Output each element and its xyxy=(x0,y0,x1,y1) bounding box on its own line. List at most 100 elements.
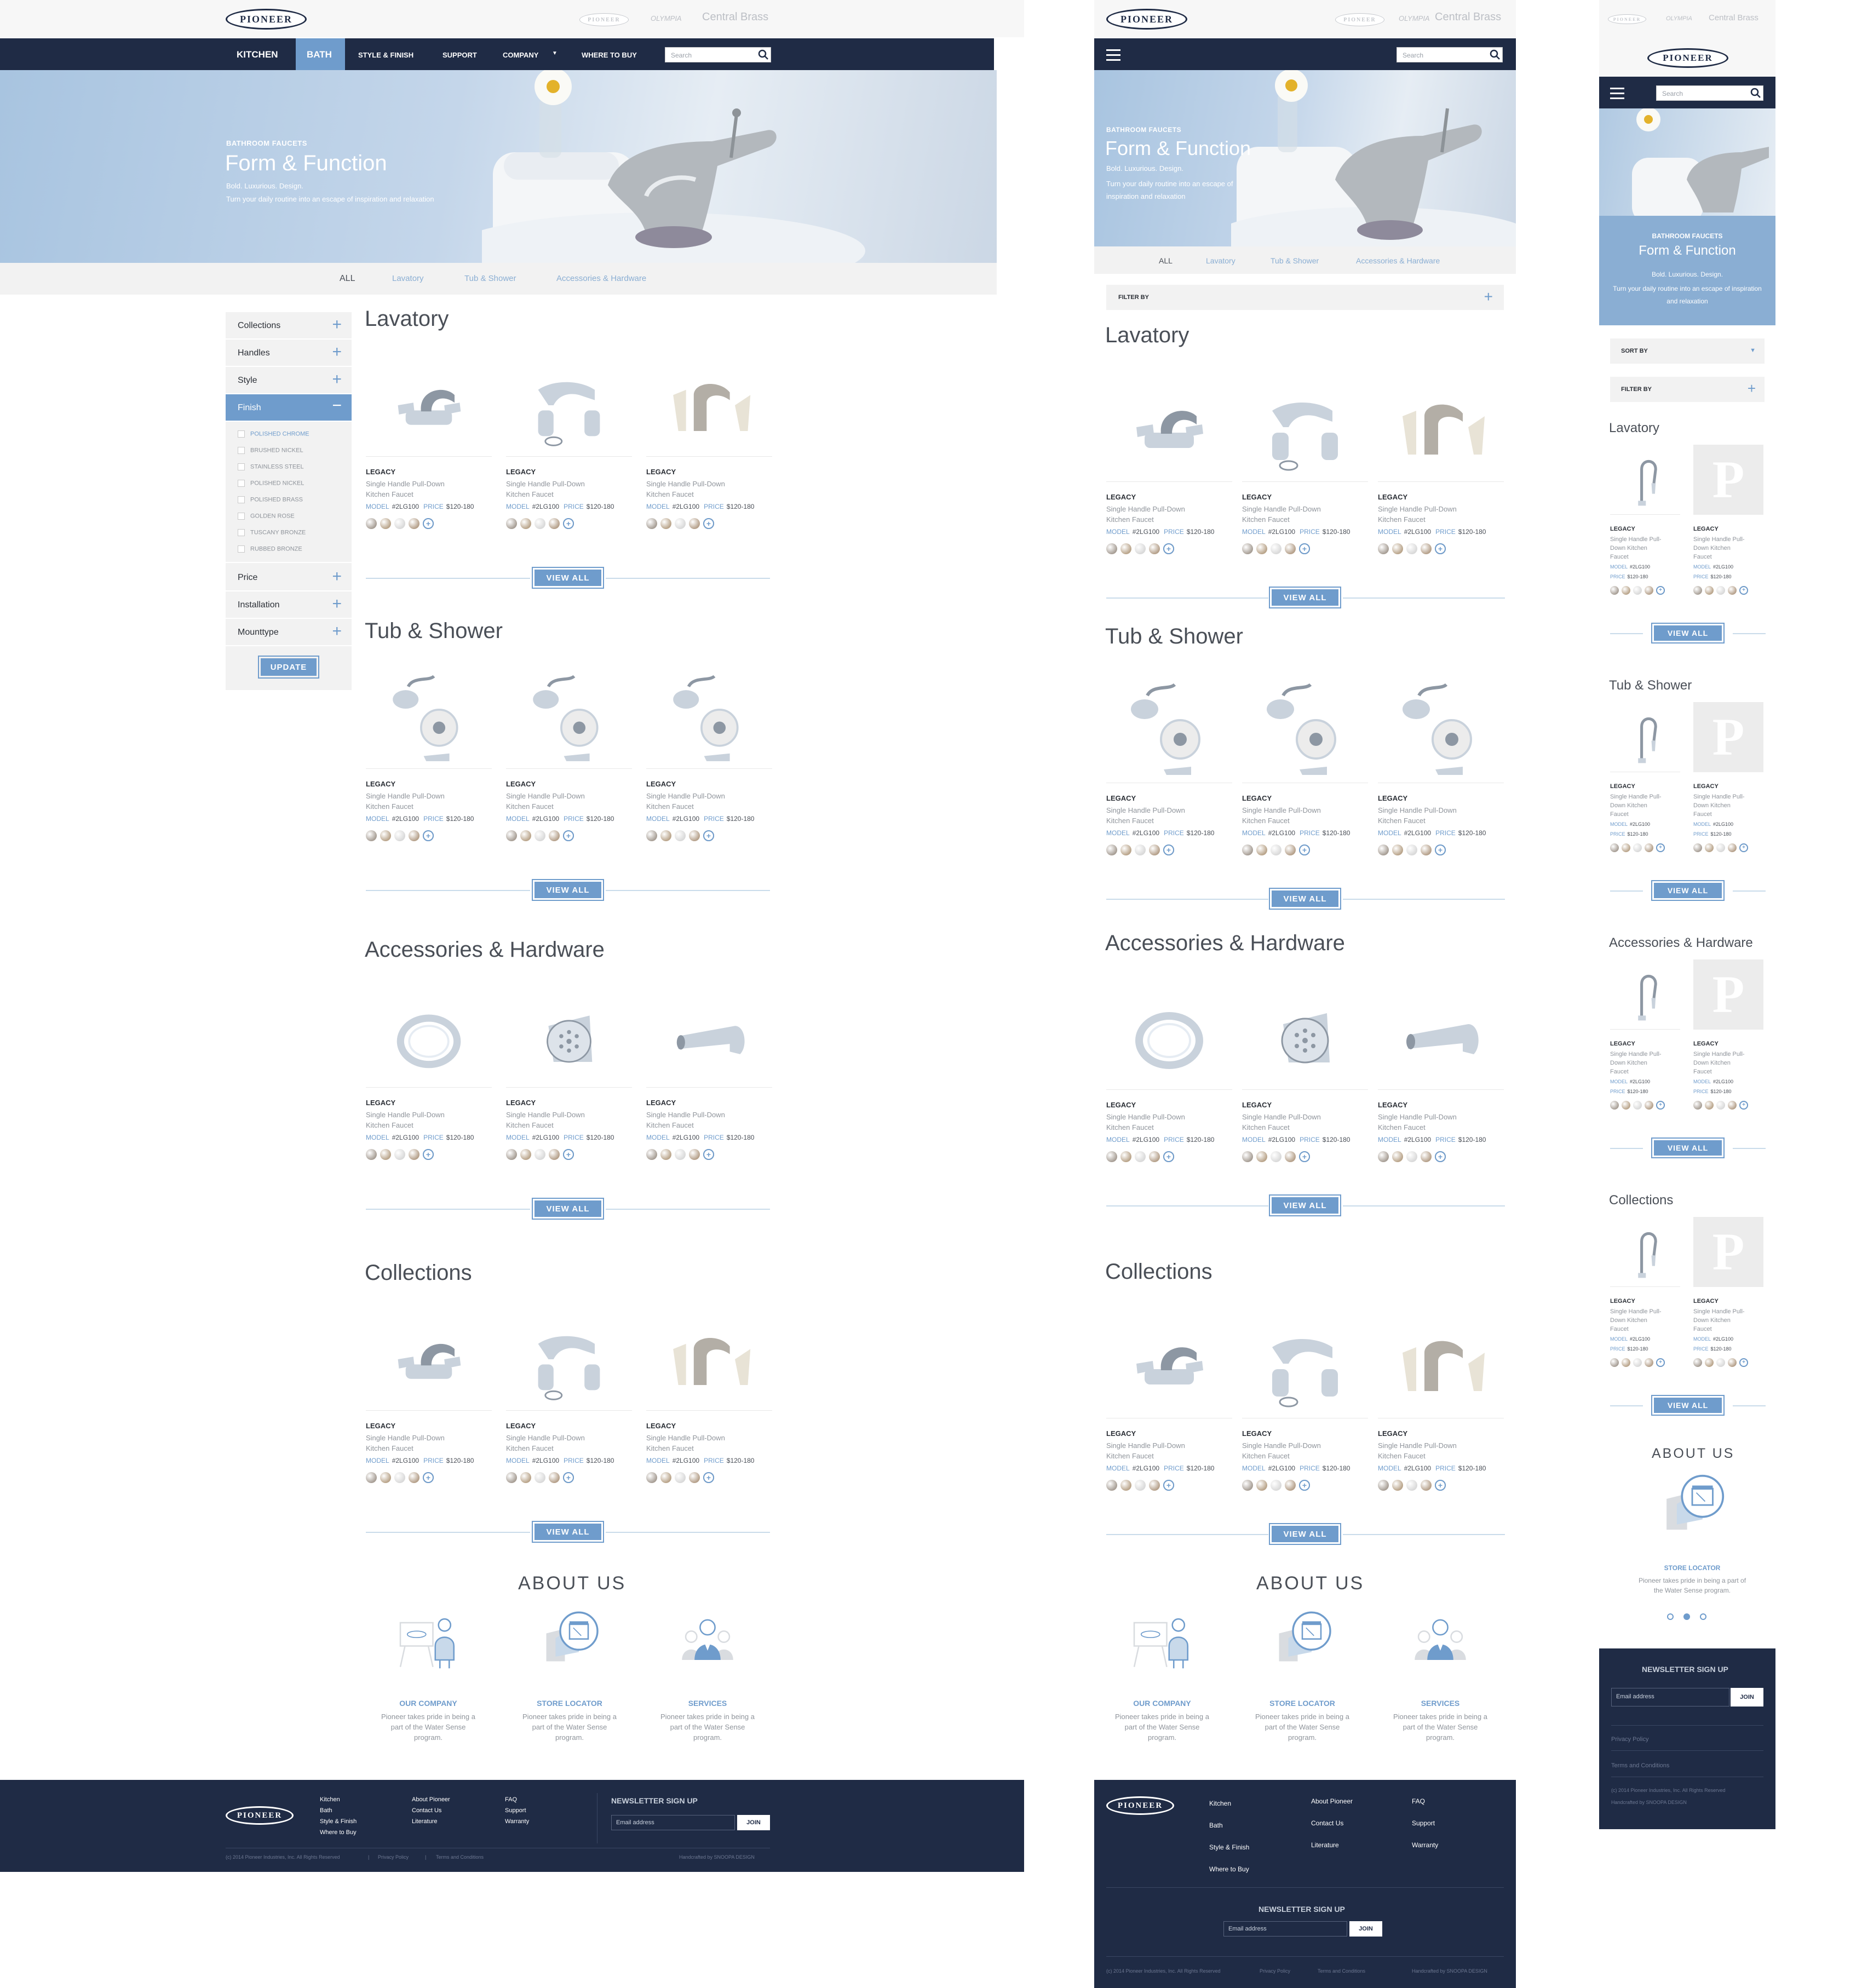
more-finishes-icon[interactable]: + xyxy=(563,830,574,841)
product-card[interactable]: LEGACY Single Handle Pull-Down Kitchen Fau… xyxy=(1106,1309,1232,1491)
about-item[interactable] xyxy=(390,1613,467,1688)
product-image-frame[interactable] xyxy=(506,1308,632,1411)
finish-swatch[interactable] xyxy=(1149,543,1160,554)
finish-swatch[interactable] xyxy=(1135,1480,1146,1491)
join-button[interactable]: JOIN xyxy=(1731,1688,1763,1707)
pioneer-secondary-logo[interactable]: PIONEER xyxy=(579,13,629,26)
about-item-title[interactable]: STORE LOCATOR xyxy=(1632,1564,1752,1572)
finish-swatch[interactable] xyxy=(1135,844,1146,855)
more-finishes-icon[interactable]: + xyxy=(1299,1480,1310,1491)
finish-swatch[interactable] xyxy=(535,1149,545,1160)
footer-link-style[interactable]: Style & Finish xyxy=(320,1818,357,1825)
more-finishes-icon[interactable]: + xyxy=(1435,543,1446,554)
more-finishes-icon[interactable]: + xyxy=(1435,844,1446,855)
more-finishes-icon[interactable]: + xyxy=(1299,844,1310,855)
about-item-title[interactable]: STORE LOCATOR xyxy=(509,1699,630,1708)
finish-swatch[interactable] xyxy=(535,518,545,529)
product-name[interactable]: Single Handle Pull-Down xyxy=(1378,505,1457,514)
footer-link-warranty[interactable]: Warranty xyxy=(505,1818,529,1825)
product-card[interactable]: LEGACY Single Handle Pull-Down Kitchen Fau… xyxy=(1378,674,1504,855)
product-name[interactable]: Single Handle Pull-Down xyxy=(1242,1441,1321,1451)
plus-icon[interactable]: + xyxy=(332,622,342,641)
finish-swatch[interactable] xyxy=(1622,1101,1630,1110)
finish-swatch[interactable] xyxy=(1728,586,1737,595)
product-name[interactable]: Single Handle Pull-Down xyxy=(366,480,445,489)
view-all-button[interactable]: VIEW ALL xyxy=(532,879,604,901)
finish-option[interactable]: POLISHED CHROME xyxy=(238,430,309,438)
product-image-frame[interactable] xyxy=(1610,959,1680,1030)
finish-swatch[interactable] xyxy=(1120,1151,1131,1162)
product-card[interactable]: LEGACY Single Handle Pull-Down Kitchen Fau… xyxy=(646,1308,772,1483)
product-image[interactable] xyxy=(1242,980,1368,1090)
product-image-frame[interactable] xyxy=(1106,1309,1232,1418)
finish-swatch[interactable] xyxy=(1242,1480,1253,1491)
footer-link-warranty[interactable]: Warranty xyxy=(1412,1841,1438,1849)
finish-swatch[interactable] xyxy=(1716,843,1725,852)
tab-lavatory[interactable]: Lavatory xyxy=(1206,256,1235,265)
product-image[interactable] xyxy=(506,354,632,457)
finish-swatch[interactable] xyxy=(535,830,545,841)
search-input[interactable]: Search xyxy=(665,47,771,62)
product-image[interactable]: P xyxy=(1693,702,1763,772)
product-card[interactable]: LEGACY Single Handle Pull- Down Kitchen Fau… xyxy=(1610,1217,1680,1367)
checkbox[interactable] xyxy=(238,463,245,470)
product-image-frame[interactable] xyxy=(506,985,632,1088)
update-button[interactable]: UPDATE xyxy=(258,656,319,679)
product-image[interactable] xyxy=(1610,959,1680,1030)
footer-link-bath[interactable]: Bath xyxy=(320,1807,332,1814)
finish-swatch[interactable] xyxy=(1256,1480,1267,1491)
product-card[interactable]: LEGACY Single Handle Pull-Down Kitchen Fau… xyxy=(1242,980,1368,1162)
search-icon[interactable] xyxy=(758,49,769,60)
product-name[interactable]: Down Kitchen xyxy=(1693,1059,1731,1067)
finish-swatch[interactable] xyxy=(520,1472,531,1483)
more-finishes-icon[interactable]: + xyxy=(1739,1101,1748,1110)
more-finishes-icon[interactable]: + xyxy=(1435,1480,1446,1491)
product-name[interactable]: Kitchen Faucet xyxy=(1242,1123,1290,1133)
product-name[interactable]: Kitchen Faucet xyxy=(1378,817,1426,826)
more-finishes-icon[interactable]: + xyxy=(1163,1480,1174,1491)
about-item-title[interactable]: OUR COMPANY xyxy=(368,1699,489,1708)
finish-swatch[interactable] xyxy=(380,518,391,529)
more-finishes-icon[interactable]: + xyxy=(1739,843,1748,852)
product-collection[interactable]: LEGACY xyxy=(1106,1101,1136,1109)
finish-swatch[interactable] xyxy=(549,1472,560,1483)
product-collection[interactable]: LEGACY xyxy=(1610,1298,1635,1305)
product-card[interactable]: LEGACY Single Handle Pull-Down Kitchen Fau… xyxy=(1378,980,1504,1162)
finish-swatch[interactable] xyxy=(1242,844,1253,855)
finish-swatch[interactable] xyxy=(675,830,686,841)
product-card[interactable]: LEGACY Single Handle Pull-Down Kitchen Fau… xyxy=(366,1308,492,1483)
finish-swatch[interactable] xyxy=(549,830,560,841)
product-name[interactable]: Single Handle Pull-Down xyxy=(366,1111,445,1120)
hamburger-menu-icon[interactable] xyxy=(1610,88,1624,102)
carousel-dot[interactable] xyxy=(1700,1613,1706,1620)
product-image[interactable]: P xyxy=(1693,445,1763,515)
terms-link[interactable]: Terms and Conditions xyxy=(1318,1968,1365,1974)
view-all-button[interactable]: VIEW ALL xyxy=(532,1521,604,1543)
view-all-button[interactable]: VIEW ALL xyxy=(1651,1137,1725,1158)
plus-icon[interactable]: + xyxy=(332,370,342,389)
footer-link-faq[interactable]: FAQ xyxy=(505,1796,517,1803)
finish-option[interactable]: RUBBED BRONZE xyxy=(238,545,302,553)
product-name[interactable]: Single Handle Pull-Down xyxy=(506,792,585,801)
finish-swatch[interactable] xyxy=(409,830,419,841)
product-image-frame[interactable] xyxy=(366,354,492,457)
nav-company[interactable]: COMPANY xyxy=(503,51,538,59)
view-all-button[interactable]: VIEW ALL xyxy=(1651,880,1725,901)
finish-swatch[interactable] xyxy=(1285,1151,1296,1162)
product-collection[interactable]: LEGACY xyxy=(646,1422,676,1430)
product-collection[interactable]: LEGACY xyxy=(1693,783,1719,790)
finish-swatch[interactable] xyxy=(549,1149,560,1160)
plus-icon[interactable]: + xyxy=(1484,288,1493,306)
finish-swatch[interactable] xyxy=(660,1149,671,1160)
product-card[interactable]: P LEGACY Single Handle Pull- Down Kitchen Fa… xyxy=(1693,959,1763,1110)
minus-icon[interactable]: − xyxy=(332,397,342,415)
product-name[interactable]: Kitchen Faucet xyxy=(646,1444,694,1453)
nav-bath-label[interactable]: BATH xyxy=(307,49,332,60)
product-name[interactable]: Single Handle Pull-Down xyxy=(1378,1113,1457,1122)
product-name[interactable]: Kitchen Faucet xyxy=(1106,817,1154,826)
product-name[interactable]: Kitchen Faucet xyxy=(1242,515,1290,525)
finish-swatch[interactable] xyxy=(1392,844,1403,855)
finish-swatch[interactable] xyxy=(1693,1358,1702,1367)
central-brass-logo[interactable]: Central Brass xyxy=(1709,13,1758,22)
product-image-frame[interactable]: P xyxy=(1693,702,1763,772)
